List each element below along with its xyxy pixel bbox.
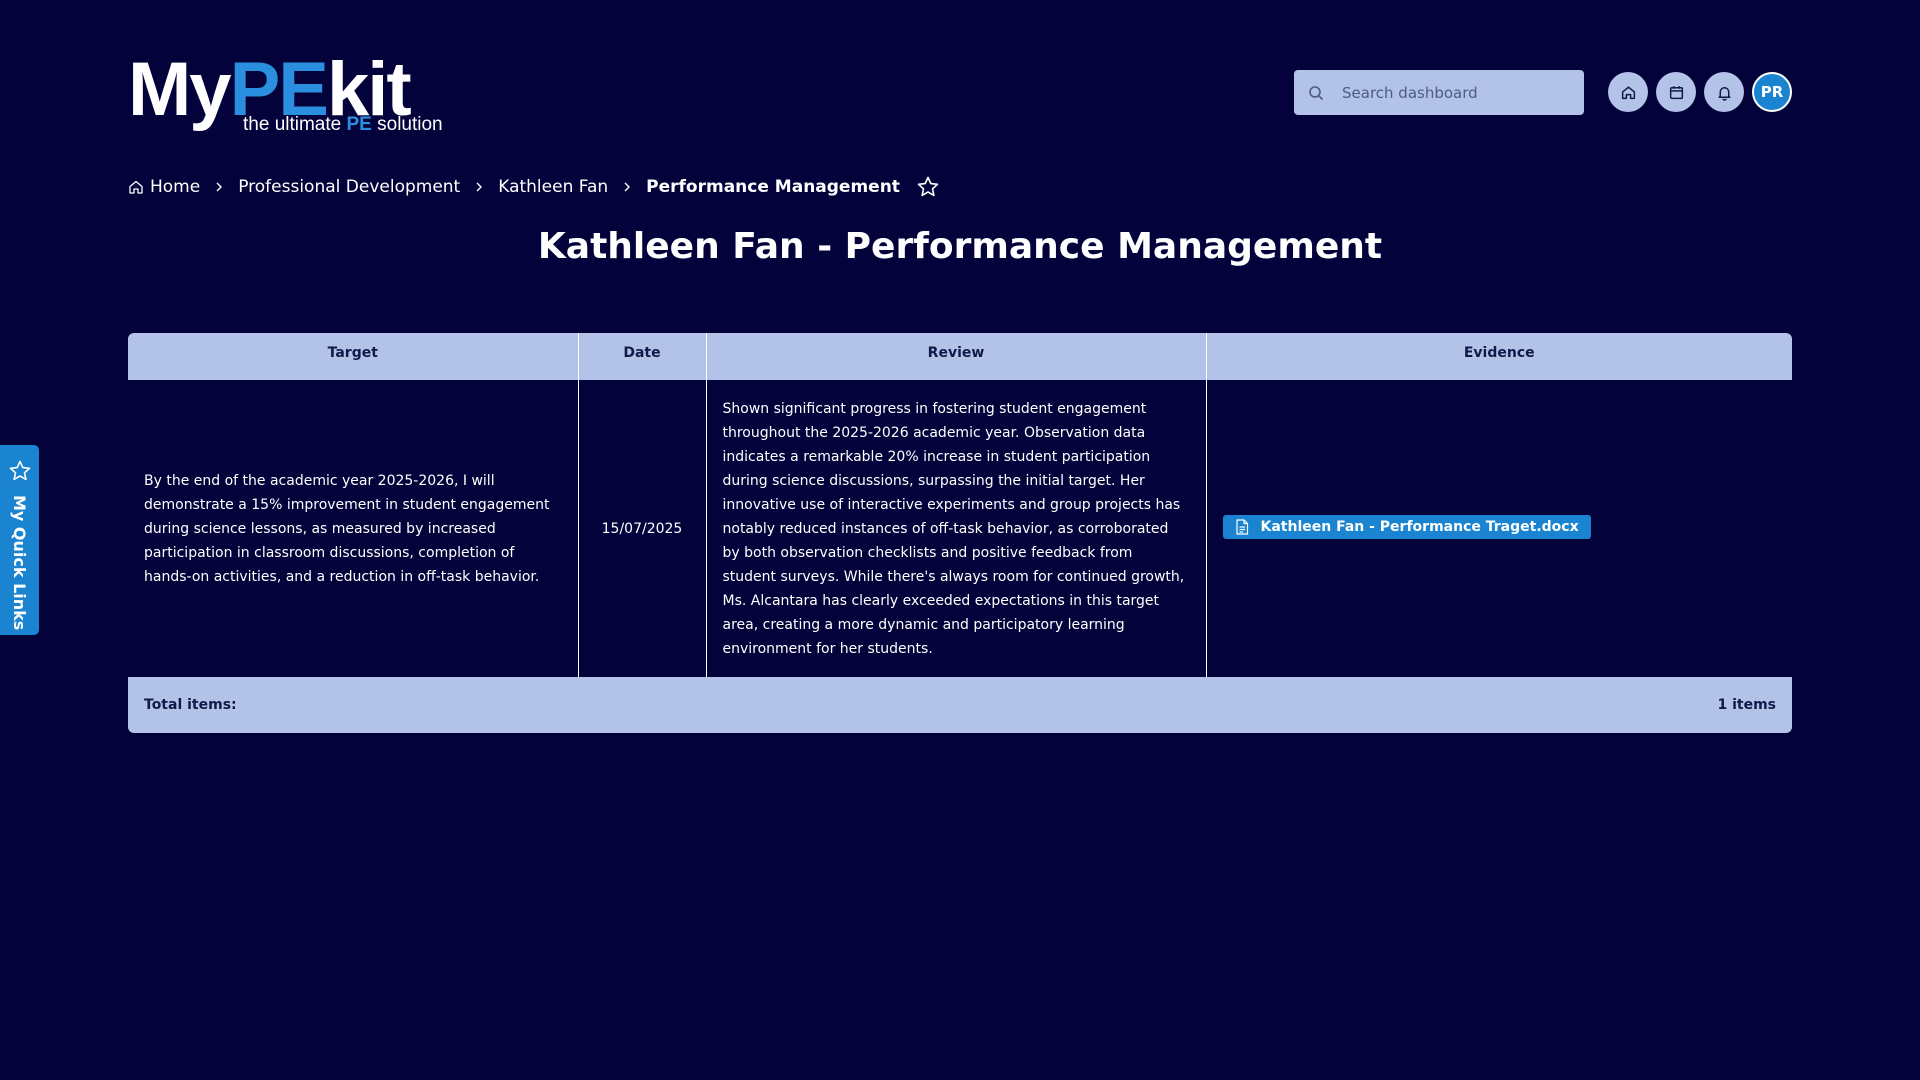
breadcrumb-home-icon xyxy=(128,179,144,195)
calendar-icon xyxy=(1669,85,1683,99)
chevron-right-icon xyxy=(622,181,632,193)
quick-links-label: My Quick Links xyxy=(10,495,29,631)
column-header-target[interactable]: Target xyxy=(128,333,579,380)
total-items-label: Total items: xyxy=(144,697,237,713)
star-icon[interactable] xyxy=(916,175,940,199)
evidence-cell: Kathleen Fan - Performance Traget.docx xyxy=(1206,380,1792,677)
breadcrumb-home[interactable]: Home xyxy=(150,177,200,197)
search-icon xyxy=(1309,85,1324,100)
column-header-evidence[interactable]: Evidence xyxy=(1206,333,1792,380)
evidence-file-link[interactable]: Kathleen Fan - Performance Traget.docx xyxy=(1222,514,1591,539)
review-cell: Shown significant progress in fostering … xyxy=(706,380,1207,677)
notifications-button[interactable] xyxy=(1704,72,1744,112)
column-header-review[interactable]: Review xyxy=(706,333,1207,380)
document-icon xyxy=(1235,518,1248,535)
quick-links-tab[interactable]: My Quick Links xyxy=(0,445,39,635)
table-row: By the end of the academic year 2025-202… xyxy=(128,380,1792,677)
home-button[interactable] xyxy=(1608,72,1648,112)
column-header-date[interactable]: Date xyxy=(578,333,707,380)
breadcrumb-professional-development[interactable]: Professional Development xyxy=(238,177,460,197)
performance-table: Target Date Review Evidence By the end o… xyxy=(128,333,1792,733)
star-icon xyxy=(9,460,30,481)
target-cell: By the end of the academic year 2025-202… xyxy=(128,380,579,677)
page-title: Kathleen Fan - Performance Management xyxy=(537,226,1383,267)
table-footer: Total items: 1 items xyxy=(128,677,1792,733)
search-box[interactable] xyxy=(1294,70,1584,115)
home-icon xyxy=(1621,85,1635,99)
date-cell: 15/07/2025 xyxy=(578,380,707,677)
breadcrumb: Home Professional Development Kathleen F… xyxy=(128,172,940,202)
total-items-count: 1 items xyxy=(1717,697,1776,713)
search-input[interactable] xyxy=(1342,83,1572,102)
bell-icon xyxy=(1717,86,1731,101)
chevron-right-icon xyxy=(214,181,224,193)
table-header-row: Target Date Review Evidence xyxy=(128,333,1792,380)
breadcrumb-kathleen-fan[interactable]: Kathleen Fan xyxy=(498,177,608,197)
brand-logo[interactable]: MyPEkit the ultimate PE solution xyxy=(128,52,443,136)
user-avatar[interactable]: PR xyxy=(1752,72,1792,112)
calendar-button[interactable] xyxy=(1656,72,1696,112)
logo-tagline: the ultimate PE solution xyxy=(243,114,443,135)
breadcrumb-current: Performance Management xyxy=(646,177,900,197)
evidence-file-name: Kathleen Fan - Performance Traget.docx xyxy=(1260,518,1579,535)
chevron-right-icon xyxy=(474,181,484,193)
